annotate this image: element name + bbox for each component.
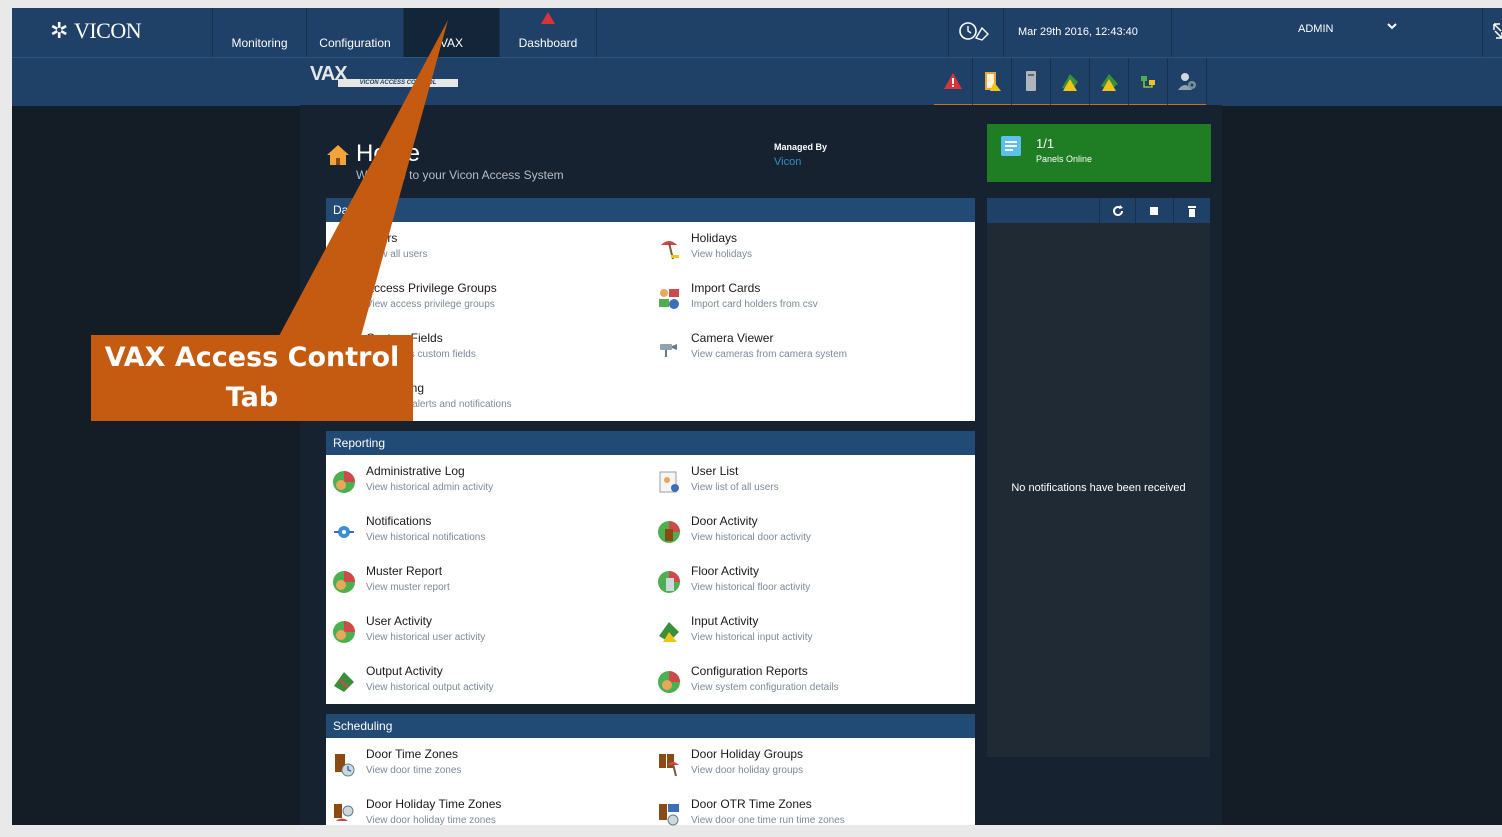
callout-box: VAX Access Control Tab bbox=[91, 335, 413, 421]
callout-line-2: Tab bbox=[225, 382, 279, 413]
callout-line-1: VAX Access Control bbox=[104, 342, 400, 373]
